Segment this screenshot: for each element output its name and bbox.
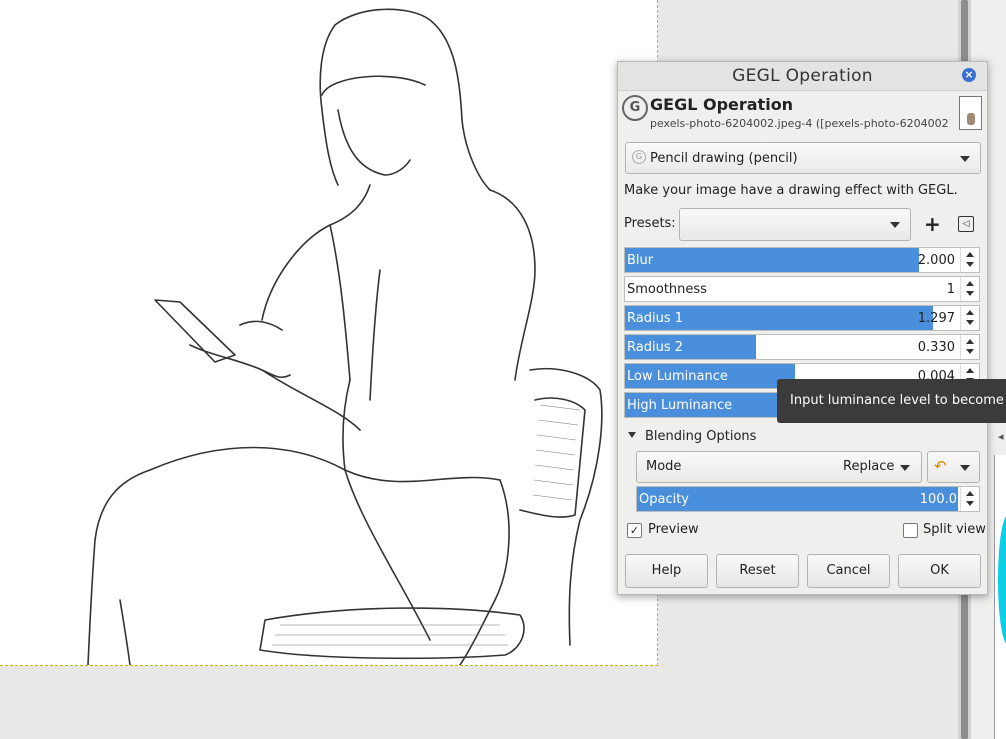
opacity-slider[interactable]: Opacity 100.0 bbox=[636, 486, 980, 512]
slider-value: 100.0 bbox=[919, 492, 957, 507]
chevron-down-icon bbox=[900, 465, 910, 471]
ok-button[interactable]: OK bbox=[898, 554, 981, 588]
operation-select[interactable]: G Pencil drawing (pencil) bbox=[625, 142, 981, 174]
pencil-sketch-image bbox=[87, 8, 603, 665]
dialog-titlebar[interactable]: GEGL Operation × bbox=[618, 62, 987, 91]
image-thumbnail bbox=[959, 96, 982, 130]
operation-select-value: Pencil drawing (pencil) bbox=[650, 151, 798, 166]
undo-arrow-icon: ↶ bbox=[934, 457, 947, 475]
presets-combo[interactable] bbox=[679, 208, 911, 241]
image-canvas[interactable] bbox=[0, 0, 658, 666]
dock-arrow-icon[interactable]: ◂ bbox=[998, 430, 1004, 443]
spin-buttons[interactable] bbox=[960, 306, 979, 330]
split-view-label[interactable]: Split view bbox=[923, 522, 986, 537]
reset-button[interactable]: Reset bbox=[716, 554, 799, 588]
spin-buttons[interactable] bbox=[960, 277, 979, 301]
gegl-operation-dialog: GEGL Operation × G GEGL Operation pexels… bbox=[617, 61, 988, 595]
gegl-small-icon: G bbox=[632, 150, 646, 164]
slider-blur[interactable]: Blur 2.000 bbox=[624, 247, 980, 273]
mode-value: Replace bbox=[843, 459, 895, 474]
tooltip: Input luminance level to become low bbox=[777, 379, 1006, 423]
spin-buttons[interactable] bbox=[960, 487, 979, 511]
slider-label: Radius 1 bbox=[627, 311, 683, 326]
help-button[interactable]: Help bbox=[625, 554, 708, 588]
slider-value: 1 bbox=[946, 282, 955, 297]
slider-label: High Luminance bbox=[627, 398, 733, 413]
chevron-down-icon bbox=[890, 222, 900, 228]
chevron-down-icon bbox=[960, 156, 970, 162]
mode-label: Mode bbox=[646, 459, 682, 474]
add-preset-icon[interactable]: + bbox=[924, 212, 941, 236]
split-view-checkbox[interactable] bbox=[903, 523, 918, 538]
preview-label[interactable]: Preview bbox=[648, 522, 699, 537]
chevron-down-icon bbox=[960, 465, 970, 471]
window-title: GEGL Operation bbox=[732, 66, 873, 86]
spin-buttons[interactable] bbox=[960, 335, 979, 359]
slider-fill bbox=[625, 248, 919, 272]
dialog-header-subtitle: pexels-photo-6204002.jpeg-4 ([pexels-pho… bbox=[650, 117, 950, 130]
slider-radius-1[interactable]: Radius 1 1.297 bbox=[624, 305, 980, 331]
operation-description: Make your image have a drawing effect wi… bbox=[624, 183, 958, 198]
blending-options-label[interactable]: Blending Options bbox=[645, 429, 756, 444]
preview-checkbox[interactable]: ✓ bbox=[627, 523, 642, 538]
slider-value: 0.330 bbox=[917, 340, 955, 355]
slider-label: Low Luminance bbox=[627, 369, 728, 384]
slider-smoothness[interactable]: Smoothness 1 bbox=[624, 276, 980, 302]
slider-label: Radius 2 bbox=[627, 340, 683, 355]
slider-label: Blur bbox=[627, 253, 654, 268]
presets-label: Presets: bbox=[624, 216, 676, 231]
cancel-button[interactable]: Cancel bbox=[807, 554, 890, 588]
composite-mode-button[interactable]: ↶ bbox=[927, 451, 980, 483]
close-icon[interactable]: × bbox=[962, 68, 976, 82]
slider-value: 1.297 bbox=[917, 311, 955, 326]
dialog-header-title: GEGL Operation bbox=[650, 95, 794, 114]
gegl-logo-icon: G bbox=[622, 95, 648, 121]
slider-label: Opacity bbox=[639, 492, 690, 507]
expander-triangle-icon[interactable] bbox=[628, 432, 636, 438]
slider-label: Smoothness bbox=[627, 282, 707, 297]
slider-value: 2.000 bbox=[917, 253, 955, 268]
blend-mode-select[interactable]: Mode Replace bbox=[636, 451, 922, 483]
slider-radius-2[interactable]: Radius 2 0.330 bbox=[624, 334, 980, 360]
manage-presets-icon[interactable]: ◁ bbox=[958, 216, 974, 232]
spin-buttons[interactable] bbox=[960, 248, 979, 272]
